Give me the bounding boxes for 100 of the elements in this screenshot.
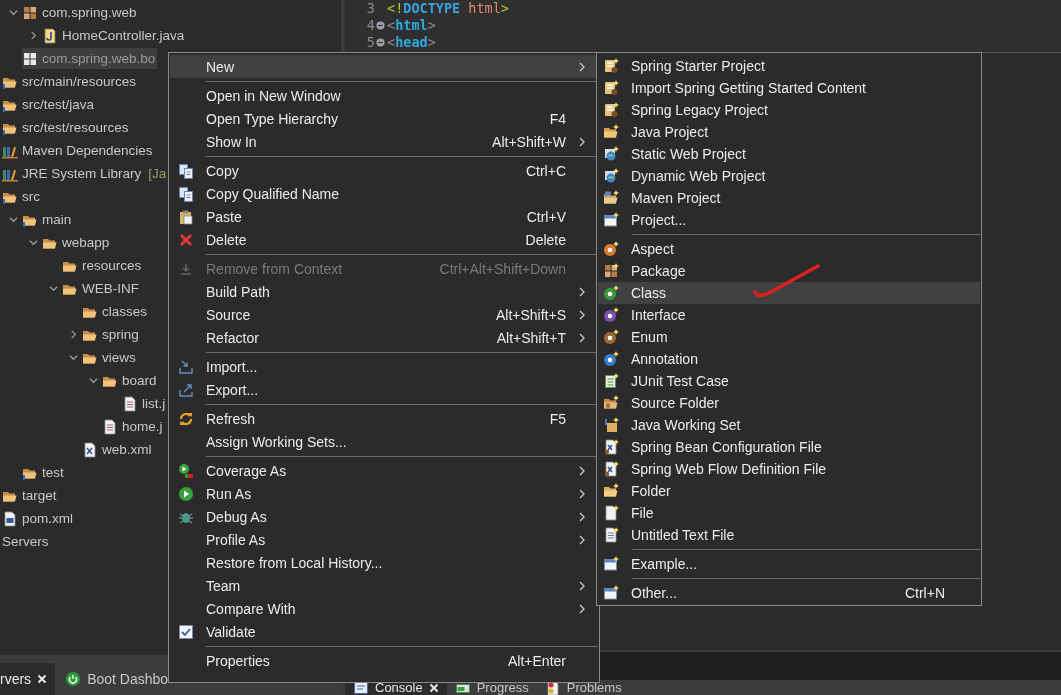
copy-icon xyxy=(178,162,194,179)
project-icon xyxy=(603,102,619,118)
chevron-right-icon[interactable] xyxy=(28,31,38,40)
menu-item[interactable]: New xyxy=(170,55,598,78)
close-icon[interactable] xyxy=(37,674,48,684)
menu-item[interactable]: Project... xyxy=(598,209,980,231)
chevron-right-icon[interactable] xyxy=(68,330,78,339)
menu-item[interactable]: Team xyxy=(170,574,598,597)
menu-item[interactable]: Example... xyxy=(598,553,980,575)
working-set-icon xyxy=(603,417,619,433)
menu-item[interactable]: Import... xyxy=(170,355,598,378)
aspect-icon xyxy=(603,241,619,257)
fold-icon[interactable] xyxy=(376,38,385,47)
globe-icon xyxy=(603,168,619,184)
menu-item[interactable]: Assign Working Sets... xyxy=(170,430,598,453)
tree-item[interactable]: target xyxy=(2,485,59,506)
tree-item[interactable]: Servers xyxy=(2,531,51,552)
menu-item[interactable]: Source Folder xyxy=(598,392,980,414)
menu-item[interactable]: Source Alt+Shift+S xyxy=(170,303,598,326)
menu-item[interactable]: Folder xyxy=(598,480,980,502)
menu-item[interactable]: Maven Project xyxy=(598,187,980,209)
menu-item[interactable]: Dynamic Web Project xyxy=(598,165,980,187)
menu-item[interactable]: Spring Legacy Project xyxy=(598,99,980,121)
panel-tab[interactable]: rvers xyxy=(0,663,56,695)
menu-item[interactable]: Class xyxy=(598,282,980,304)
menu-item[interactable]: Static Web Project xyxy=(598,143,980,165)
menu-item[interactable]: Coverage As xyxy=(170,459,598,482)
chevron-down-icon[interactable] xyxy=(8,8,18,17)
tree-item[interactable]: Maven Dependencies xyxy=(2,140,155,161)
tree-item[interactable]: JRE System Library [Ja xyxy=(2,163,169,184)
menu-item[interactable]: Restore from Local History... xyxy=(170,551,598,574)
menu-item[interactable]: Refresh F5 xyxy=(170,407,598,430)
tree-item[interactable]: home.j xyxy=(102,416,165,437)
menu-item[interactable]: Enum xyxy=(598,326,980,348)
chevron-down-icon[interactable] xyxy=(28,238,38,247)
menu-item[interactable]: Open in New Window xyxy=(170,84,598,107)
menu-item[interactable]: Debug As xyxy=(170,505,598,528)
tree-item[interactable]: src/test/resources xyxy=(2,117,131,138)
menu-item[interactable]: File xyxy=(598,502,980,524)
menu-item[interactable]: Java Working Set xyxy=(598,414,980,436)
menu-item[interactable]: Spring Starter Project xyxy=(598,55,980,77)
tree-item[interactable]: webapp xyxy=(42,232,112,253)
menu-item[interactable]: Compare With xyxy=(170,597,598,620)
menu-item[interactable]: Copy Ctrl+C xyxy=(170,159,598,182)
menu-item[interactable]: Validate xyxy=(170,620,598,643)
chevron-down-icon[interactable] xyxy=(48,284,58,293)
tree-item[interactable]: com.spring.web xyxy=(22,2,139,23)
package-icon xyxy=(22,50,38,67)
tree-item[interactable]: main xyxy=(22,209,74,230)
menu-item[interactable]: Copy Qualified Name xyxy=(170,182,598,205)
menu-item[interactable]: Spring Bean Configuration File xyxy=(598,436,980,458)
chevron-down-icon[interactable] xyxy=(8,215,18,224)
menu-item[interactable]: Paste Ctrl+V xyxy=(170,205,598,228)
tree-item[interactable]: pom.xml xyxy=(2,508,75,529)
menu-item[interactable]: Import Spring Getting Started Content xyxy=(598,77,980,99)
tree-item[interactable]: resources xyxy=(62,255,144,276)
menu-item[interactable]: Aspect xyxy=(598,238,980,260)
tree-item[interactable]: HomeController.java xyxy=(42,25,187,46)
menu-item[interactable]: Export... xyxy=(170,378,598,401)
tree-item[interactable]: views xyxy=(82,347,138,368)
panel-tab[interactable]: Progress xyxy=(446,680,537,695)
tree-item[interactable]: src xyxy=(2,186,42,207)
tree-item[interactable]: classes xyxy=(82,301,149,322)
close-icon[interactable] xyxy=(428,682,439,693)
tree-item[interactable]: web.xml xyxy=(82,439,154,460)
menu-item[interactable]: Build Path xyxy=(170,280,598,303)
chevron-down-icon[interactable] xyxy=(88,376,98,385)
menu-item[interactable]: Other... Ctrl+N xyxy=(598,582,980,604)
menu-item[interactable]: Delete Delete xyxy=(170,228,598,251)
menu-item[interactable]: Refactor Alt+Shift+T xyxy=(170,326,598,349)
java-file-icon xyxy=(42,27,58,44)
text-file-icon xyxy=(603,527,619,543)
menu-item[interactable]: Show In Alt+Shift+W xyxy=(170,130,598,153)
menu-item[interactable]: Run As xyxy=(170,482,598,505)
tree-item-decoration: [Ja xyxy=(148,166,167,181)
xml-file-icon xyxy=(603,461,619,477)
class-icon xyxy=(603,285,619,301)
tree-item[interactable]: spring xyxy=(82,324,141,345)
menu-item[interactable]: Spring Web Flow Definition File xyxy=(598,458,980,480)
code-line: <html> xyxy=(387,17,437,34)
tree-item[interactable]: src/test/java xyxy=(2,94,97,115)
menu-item[interactable]: Profile As xyxy=(170,528,598,551)
window-icon xyxy=(603,585,619,601)
menu-item[interactable]: Annotation xyxy=(598,348,980,370)
fold-icon[interactable] xyxy=(376,21,385,30)
tree-item[interactable]: board xyxy=(102,370,159,391)
chevron-down-icon[interactable] xyxy=(68,353,78,362)
menu-item[interactable]: Open Type Hierarchy F4 xyxy=(170,107,598,130)
menu-item[interactable]: Java Project xyxy=(598,121,980,143)
tree-item[interactable]: test xyxy=(22,462,66,483)
menu-item[interactable]: Untitled Text File xyxy=(598,524,980,546)
tree-item[interactable]: com.spring.web.bo xyxy=(22,48,158,69)
tree-item[interactable]: WEB-INF xyxy=(62,278,141,299)
menu-item[interactable]: JUnit Test Case xyxy=(598,370,980,392)
window-icon xyxy=(603,212,619,228)
tree-item[interactable]: src/main/resources xyxy=(2,71,139,92)
menu-item[interactable]: Package xyxy=(598,260,980,282)
window-icon xyxy=(603,556,619,572)
menu-item[interactable]: Interface xyxy=(598,304,980,326)
tree-item[interactable]: list.j xyxy=(122,393,168,414)
